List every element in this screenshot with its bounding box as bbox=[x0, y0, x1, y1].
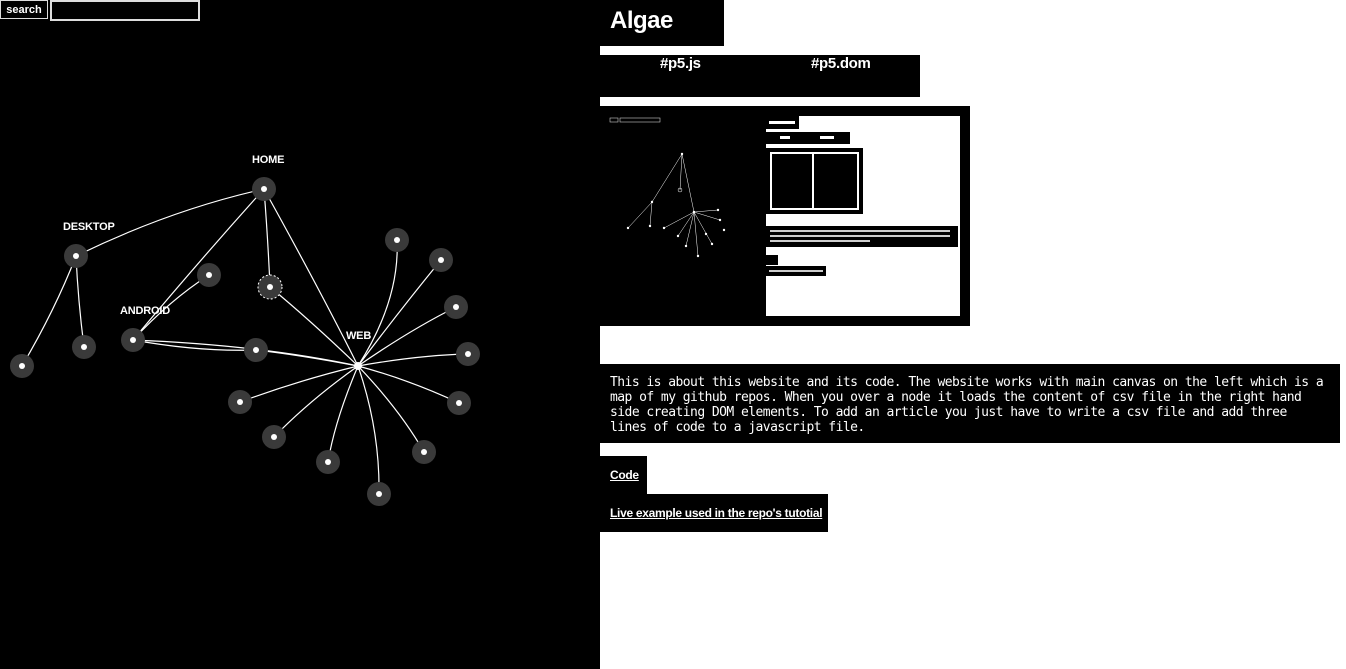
label-home: HOME bbox=[252, 154, 284, 166]
screenshot-preview bbox=[600, 106, 970, 326]
edge-web-6 bbox=[357, 365, 425, 453]
edge-web-11 bbox=[255, 349, 359, 367]
edge-desktop-leaf2 bbox=[75, 255, 85, 348]
code-link[interactable]: Code bbox=[610, 468, 639, 482]
repo-map-canvas[interactable]: HOME DESKTOP ANDROID WEB search bbox=[0, 0, 600, 669]
edge-web-5 bbox=[357, 365, 460, 404]
node-leaf[interactable] bbox=[456, 342, 480, 366]
search-button[interactable]: search bbox=[0, 0, 48, 19]
edge-web-8 bbox=[327, 365, 359, 463]
node-selected[interactable] bbox=[257, 274, 283, 300]
edge-android-leaf2 bbox=[132, 339, 257, 351]
preview-article-thumbnail bbox=[766, 116, 960, 316]
edge-home-android bbox=[132, 188, 265, 341]
search-input[interactable] bbox=[50, 0, 200, 21]
label-desktop: DESKTOP bbox=[63, 221, 115, 233]
edge-home-node1 bbox=[263, 188, 271, 288]
node-leaf[interactable] bbox=[367, 482, 391, 506]
node-android[interactable] bbox=[121, 328, 145, 352]
node-leaf[interactable] bbox=[72, 335, 96, 359]
edge-web-4 bbox=[357, 353, 469, 367]
edge-web-10 bbox=[239, 365, 359, 403]
live-example-link[interactable]: Live example used in the repo's tutotial bbox=[610, 506, 823, 520]
node-leaf[interactable] bbox=[10, 354, 34, 378]
node-leaf[interactable] bbox=[316, 450, 340, 474]
edge-web-2 bbox=[357, 259, 442, 367]
node-desktop[interactable] bbox=[64, 244, 88, 268]
tag-bar: #p5.js #p5.dom bbox=[600, 55, 920, 97]
node-leaf[interactable] bbox=[447, 391, 471, 415]
preview-canvas-thumbnail bbox=[608, 116, 758, 316]
edge-web-1 bbox=[357, 239, 398, 367]
node-leaf[interactable] bbox=[244, 338, 268, 362]
label-android: ANDROID bbox=[120, 305, 170, 317]
node-leaf[interactable] bbox=[228, 390, 252, 414]
node-home[interactable] bbox=[252, 177, 276, 201]
tag-p5dom[interactable]: #p5.dom bbox=[811, 55, 871, 72]
preview-article-shapes bbox=[766, 116, 958, 276]
code-link-container: Code bbox=[600, 456, 647, 494]
node-leaf[interactable] bbox=[429, 248, 453, 272]
preview-graph-thumbnail bbox=[609, 117, 726, 258]
repo-graph[interactable]: HOME DESKTOP ANDROID WEB bbox=[0, 0, 600, 669]
node-leaf[interactable] bbox=[412, 440, 436, 464]
node-leaf[interactable] bbox=[444, 295, 468, 319]
node-leaf[interactable] bbox=[262, 425, 286, 449]
label-web: WEB bbox=[346, 330, 371, 342]
node-leaf[interactable] bbox=[197, 263, 221, 287]
node-web[interactable] bbox=[354, 362, 362, 370]
article-title: Algae DOM bbox=[600, 0, 724, 76]
live-example-link-container: Live example used in the repo's tutotial bbox=[600, 494, 828, 532]
node-leaf[interactable] bbox=[385, 228, 409, 252]
tag-p5js[interactable]: #p5.js bbox=[660, 55, 701, 72]
edge-node1-web bbox=[269, 286, 359, 367]
article-description: This is about this website and its code.… bbox=[600, 364, 1340, 443]
edge-desktop-leaf1 bbox=[21, 255, 77, 367]
edge-web-3 bbox=[357, 306, 457, 367]
